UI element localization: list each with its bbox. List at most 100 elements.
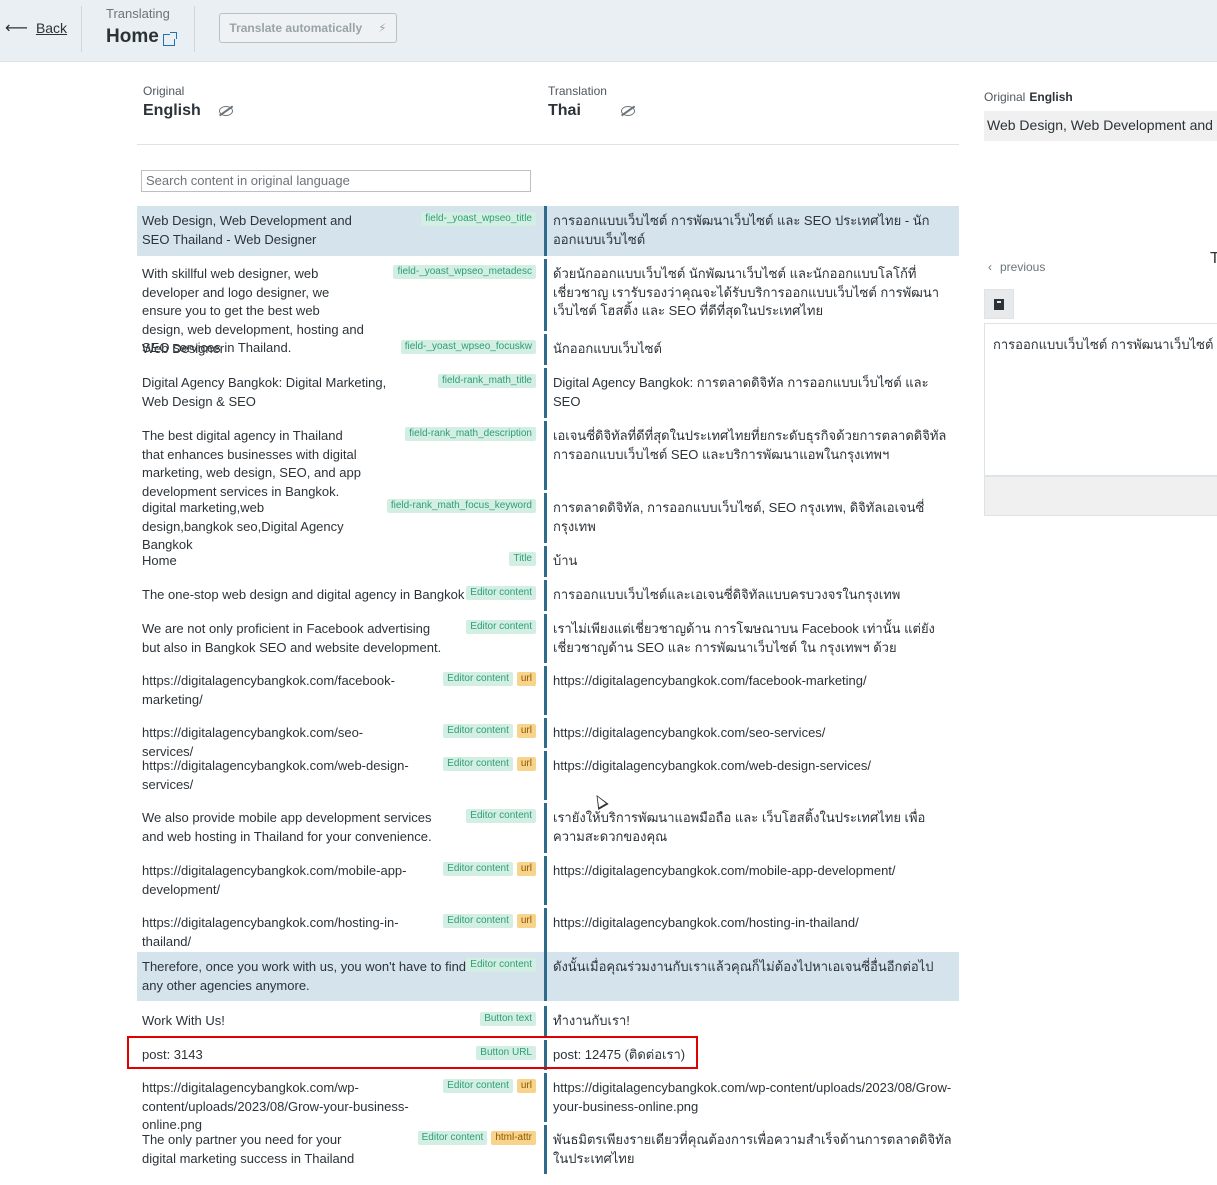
string-row[interactable]: With skillful web designer, web develope… — [137, 259, 959, 355]
original-text: https://digitalagencybangkok.com/hosting… — [142, 915, 399, 949]
string-row[interactable]: Therefore, once you work with us, you wo… — [137, 952, 959, 1001]
string-row[interactable]: https://digitalagencybangkok.com/mobile-… — [137, 856, 959, 905]
chevron-left-icon: ‹ — [988, 260, 992, 274]
string-row[interactable]: https://digitalagencybangkok.com/faceboo… — [137, 666, 959, 715]
field-tag: url — [516, 914, 536, 928]
top-bar: ⟵ Back Translating Home Translate automa… — [0, 0, 1217, 62]
translation-cell[interactable]: Digital Agency Bangkok: การตลาดดิจิทัล ก… — [547, 368, 959, 418]
translation-cell[interactable]: พันธมิตรเพียงรายเดียวที่คุณต้องการเพื่อค… — [547, 1125, 959, 1174]
translation-cell[interactable]: การออกแบบเว็บไซต์และเอเจนซี่ดิจิทัลแบบคร… — [547, 580, 959, 611]
original-cell: The only partner you need for your digit… — [137, 1125, 544, 1174]
previous-button[interactable]: ‹ previous — [988, 260, 1045, 274]
string-row[interactable]: We are not only proficient in Facebook a… — [137, 614, 959, 663]
translation-cell[interactable]: บ้าน — [547, 546, 959, 577]
eye-hidden-icon[interactable] — [218, 106, 233, 116]
translation-cell[interactable]: https://digitalagencybangkok.com/seo-ser… — [547, 718, 959, 748]
string-row[interactable]: The only partner you need for your digit… — [137, 1125, 959, 1174]
field-tags: Editor content url — [443, 757, 536, 771]
field-tag: field-_yoast_wpseo_metadesc — [393, 265, 536, 279]
panel-cut-text: T — [1210, 250, 1217, 267]
translation-cell[interactable]: การตลาดดิจิทัล, การออกแบบเว็บไซต์, SEO ก… — [547, 493, 959, 543]
translation-cell[interactable]: นักออกแบบเว็บไซต์ — [547, 334, 959, 365]
translating-label: Translating — [106, 6, 170, 21]
divider — [81, 6, 82, 52]
field-tag: Editor content — [443, 672, 513, 686]
field-tag: url — [516, 1079, 536, 1093]
copy-original-button[interactable] — [984, 289, 1014, 319]
eye-hidden-icon[interactable] — [620, 106, 635, 116]
original-text: https://digitalagencybangkok.com/faceboo… — [142, 673, 395, 707]
original-cell: Web Design, Web Development and SEO Thai… — [137, 206, 544, 256]
back-link[interactable]: ⟵ Back — [5, 18, 67, 38]
translation-cell[interactable]: เราไม่เพียงแต่เชี่ยวชาญด้าน การโฆษณาบน F… — [547, 614, 959, 663]
original-cell: https://digitalagencybangkok.com/mobile-… — [137, 856, 544, 905]
translation-column-header: Translation Thai — [548, 84, 635, 120]
original-text: We also provide mobile app development s… — [142, 810, 432, 844]
original-text: Home — [142, 553, 177, 568]
translate-automatically-button[interactable]: Translate automatically ⚡ — [219, 13, 397, 43]
string-row[interactable]: Home Title บ้าน — [137, 546, 959, 577]
translation-cell[interactable]: https://digitalagencybangkok.com/mobile-… — [547, 856, 959, 905]
field-tags: field-rank_math_title — [437, 374, 536, 388]
field-tags: Editor content — [466, 586, 536, 600]
search-input[interactable]: Search content in original language — [141, 170, 531, 192]
string-row[interactable]: https://digitalagencybangkok.com/hosting… — [137, 908, 959, 957]
string-row[interactable]: Web Design, Web Development and SEO Thai… — [137, 206, 959, 256]
original-text: https://digitalagencybangkok.com/web-des… — [142, 758, 409, 792]
original-label: Original — [143, 84, 185, 98]
string-row[interactable]: Digital Agency Bangkok: Digital Marketin… — [137, 368, 959, 418]
field-tag: Title — [509, 552, 536, 566]
string-row[interactable]: https://digitalagencybangkok.com/wp-cont… — [137, 1073, 959, 1132]
translation-cell[interactable]: ด้วยนักออกแบบเว็บไซต์ นักพัฒนาเว็บไซต์ แ… — [547, 259, 959, 331]
field-tags: field-_yoast_wpseo_focuskw — [400, 340, 536, 354]
field-tag: Editor content — [443, 1079, 513, 1093]
panel-original-text: Web Design, Web Development and SEO Thai… — [984, 111, 1217, 141]
string-row[interactable]: https://digitalagencybangkok.com/seo-ser… — [137, 718, 959, 759]
field-tag: field-_yoast_wpseo_focuskw — [400, 340, 536, 354]
translation-editor[interactable]: การออกแบบเว็บไซต์ การพัฒนาเว็บไซต์ และ S… — [984, 323, 1217, 476]
string-row[interactable]: https://digitalagencybangkok.com/web-des… — [137, 751, 959, 800]
original-text: The best digital agency in Thailand that… — [142, 428, 361, 499]
field-tag: url — [516, 757, 536, 771]
original-text: The only partner you need for your digit… — [142, 1132, 355, 1166]
original-text: The one-stop web design and digital agen… — [142, 587, 465, 602]
translation-cell[interactable]: https://digitalagencybangkok.com/web-des… — [547, 751, 959, 800]
field-tags: field-rank_math_description — [405, 427, 536, 441]
original-cell: https://digitalagencybangkok.com/hosting… — [137, 908, 544, 957]
translation-cell[interactable]: ดังนั้นเมื่อคุณร่วมงานกับเราแล้วคุณก็ไม่… — [547, 952, 959, 1001]
original-cell: Web Designer field-_yoast_wpseo_focuskw — [137, 334, 544, 365]
panel-original-header: Original English — [984, 90, 1073, 104]
string-row[interactable]: We also provide mobile app development s… — [137, 803, 959, 853]
translation-cell[interactable]: https://digitalagencybangkok.com/faceboo… — [547, 666, 959, 715]
field-tag: Editor content — [466, 958, 536, 972]
field-tag: field-_yoast_wpseo_title — [421, 212, 536, 226]
original-cell: The one-stop web design and digital agen… — [137, 580, 544, 611]
translate-automatically-label: Translate automatically — [229, 21, 363, 35]
string-row[interactable]: Web Designer field-_yoast_wpseo_focuskw นั… — [137, 334, 959, 365]
field-tag: url — [516, 672, 536, 686]
original-cell: https://digitalagencybangkok.com/wp-cont… — [137, 1073, 544, 1132]
field-tags: Editor content url — [443, 1079, 536, 1093]
string-row[interactable]: The best digital agency in Thailand that… — [137, 421, 959, 499]
search-placeholder: Search content in original language — [146, 173, 350, 188]
field-tag: Editor content — [443, 757, 513, 771]
string-row[interactable]: Work With Us! Button text ทำงานกับเรา! — [137, 1006, 959, 1037]
panel-original-label: Original — [984, 90, 1026, 104]
external-link-icon[interactable] — [162, 32, 177, 46]
field-tags: Editor content — [466, 958, 536, 972]
original-text: Web Design, Web Development and SEO Thai… — [142, 213, 352, 247]
original-text: Work With Us! — [142, 1013, 225, 1028]
field-tag: field-rank_math_focus_keyword — [386, 499, 536, 513]
field-tag: html-attr — [491, 1131, 536, 1145]
translation-cell[interactable]: เรายังให้บริการพัฒนาแอพมือถือ และ เว็บโฮ… — [547, 803, 959, 853]
translation-cell[interactable]: https://digitalagencybangkok.com/wp-cont… — [547, 1073, 959, 1122]
string-row[interactable]: The one-stop web design and digital agen… — [137, 580, 959, 611]
translation-cell[interactable]: การออกแบบเว็บไซต์ การพัฒนาเว็บไซต์ และ S… — [547, 206, 959, 256]
translation-cell[interactable]: ทำงานกับเรา! — [547, 1006, 959, 1037]
field-tag: Editor content — [443, 724, 513, 738]
translation-cell[interactable]: https://digitalagencybangkok.com/hosting… — [547, 908, 959, 957]
field-tag: field-rank_math_description — [405, 427, 536, 441]
translation-cell[interactable]: เอเจนซี่ดิจิทัลที่ดีที่สุดในประเทศไทยที่… — [547, 421, 959, 490]
string-row[interactable]: digital marketing,web design,bangkok seo… — [137, 493, 959, 552]
page-title: Home — [106, 26, 177, 48]
